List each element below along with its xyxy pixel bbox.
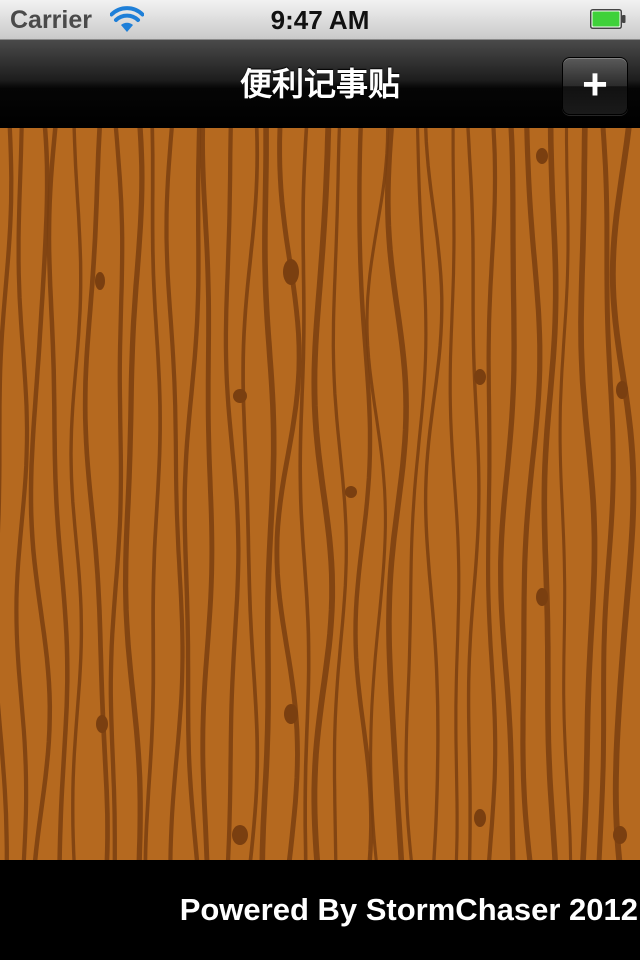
- battery-icon: [590, 9, 626, 29]
- page-title: 便利记事贴: [239, 66, 400, 102]
- app-screen: Carrier 9:47 AM 便利记事贴 + Powered By Storm…: [0, 0, 640, 960]
- footer: Powered By StormChaser 2012: [0, 860, 640, 960]
- wifi-icon: [110, 6, 144, 32]
- wood-board-area[interactable]: [0, 128, 640, 860]
- add-note-button[interactable]: +: [562, 57, 628, 115]
- carrier-label: Carrier: [10, 6, 92, 34]
- footer-credit: Powered By StormChaser 2012: [179, 892, 638, 927]
- status-bar: Carrier 9:47 AM: [0, 0, 640, 40]
- navigation-bar: 便利记事贴 +: [0, 40, 640, 128]
- wood-grain-background: [0, 128, 640, 860]
- status-clock: 9:47 AM: [270, 5, 370, 35]
- plus-icon: +: [582, 60, 608, 109]
